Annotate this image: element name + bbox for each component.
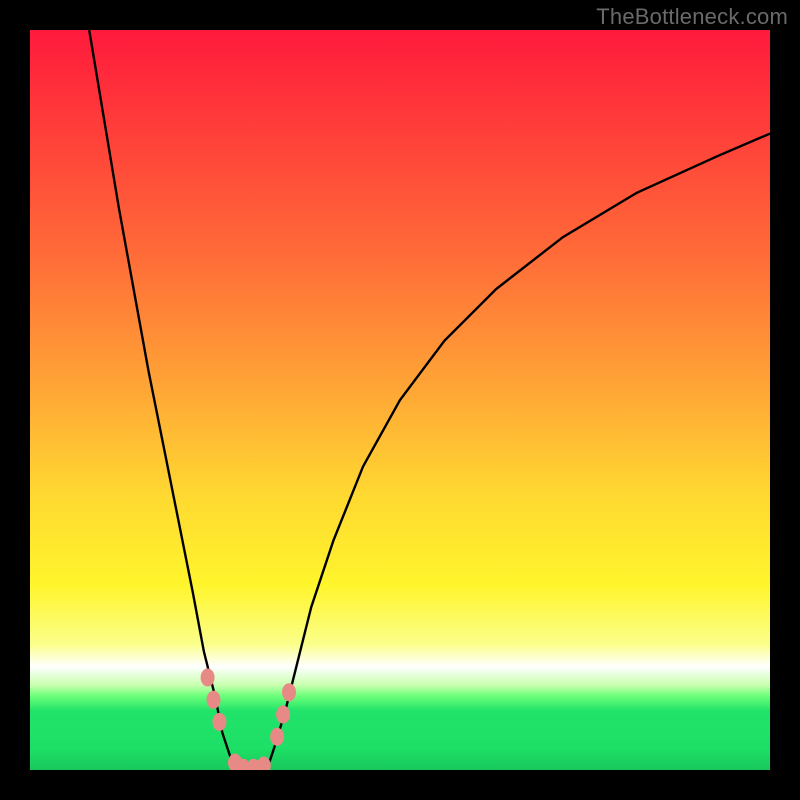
data-marker: [201, 669, 215, 687]
plot-area: [30, 30, 770, 770]
bottleneck-curve: [30, 30, 770, 770]
data-marker: [257, 757, 271, 770]
data-marker: [212, 713, 226, 731]
data-marker: [270, 728, 284, 746]
chart-frame: TheBottleneck.com: [0, 0, 800, 800]
marker-group: [201, 669, 296, 771]
curve-path: [89, 30, 770, 770]
data-marker: [282, 683, 296, 701]
data-marker: [207, 691, 221, 709]
watermark-text: TheBottleneck.com: [596, 4, 788, 30]
data-marker: [276, 706, 290, 724]
